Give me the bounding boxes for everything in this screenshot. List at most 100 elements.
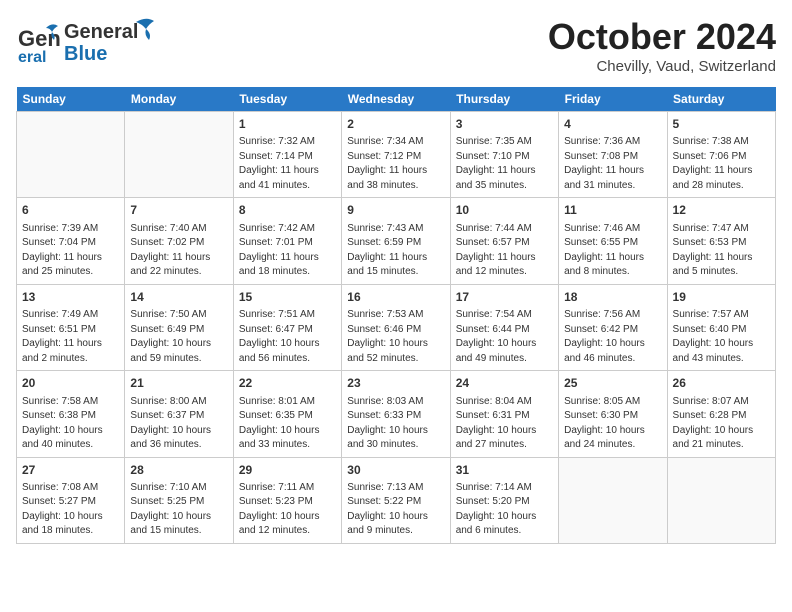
logo: Gen eral General Blue xyxy=(16,16,154,64)
day-info: Sunrise: 7:36 AMSunset: 7:08 PMDaylight:… xyxy=(564,135,661,193)
calendar-cell: 19 Sunrise: 7:57 AMSunset: 6:40 PMDayligh… xyxy=(667,284,775,370)
calendar-cell: 6Sunrise: 7:39 AMSunset: 7:04 PMDaylight… xyxy=(17,198,125,284)
month-title: October 2024 xyxy=(548,16,776,58)
day-header-saturday: Saturday xyxy=(667,87,775,112)
day-info: Sunrise: 7:40 AMSunset: 7:02 PMDaylight:… xyxy=(130,222,227,280)
title-block: October 2024 Chevilly, Vaud, Switzerland xyxy=(548,16,776,75)
day-info: Sunrise: 7:38 AMSunset: 7:06 PMDaylight:… xyxy=(673,135,770,193)
calendar-cell: 12 Sunrise: 7:47 AMSunset: 6:53 PMDayligh… xyxy=(667,198,775,284)
calendar-cell: 13 Sunrise: 7:49 AMSunset: 6:51 PMDayligh… xyxy=(17,284,125,370)
calendar-cell: 24 Sunrise: 8:04 AMSunset: 6:31 PMDayligh… xyxy=(450,371,558,457)
calendar-cell: 15Sunrise: 7:51 AMSunset: 6:47 PMDayligh… xyxy=(233,284,341,370)
day-number: 10 xyxy=(456,202,553,219)
day-info: Sunrise: 7:14 AMSunset: 5:20 PMDaylight:… xyxy=(456,481,553,539)
day-number: 3 xyxy=(456,116,553,133)
calendar-cell: 1 Sunrise: 7:32 AMSunset: 7:14 PMDaylight… xyxy=(233,112,341,198)
location: Chevilly, Vaud, Switzerland xyxy=(548,58,776,75)
day-number: 16 xyxy=(347,289,444,306)
calendar-cell: 10 Sunrise: 7:44 AMSunset: 6:57 PMDayligh… xyxy=(450,198,558,284)
day-number: 27 xyxy=(22,462,119,479)
day-number: 2 xyxy=(347,116,444,133)
calendar-cell: 27 Sunrise: 7:08 AMSunset: 5:27 PMDayligh… xyxy=(17,457,125,543)
svg-text:General: General xyxy=(64,21,138,43)
day-header-thursday: Thursday xyxy=(450,87,558,112)
logo-name: General Blue xyxy=(64,16,154,64)
day-info: Sunrise: 7:35 AMSunset: 7:10 PMDaylight:… xyxy=(456,135,553,193)
calendar-cell: 20 Sunrise: 7:58 AMSunset: 6:38 PMDayligh… xyxy=(17,371,125,457)
day-info: Sunrise: 7:57 AMSunset: 6:40 PMDaylight:… xyxy=(673,308,770,366)
day-info: Sunrise: 7:47 AMSunset: 6:53 PMDaylight:… xyxy=(673,222,770,280)
calendar-cell: 22Sunrise: 8:01 AMSunset: 6:35 PMDayligh… xyxy=(233,371,341,457)
day-number: 12 xyxy=(673,202,770,219)
calendar-cell: 14 Sunrise: 7:50 AMSunset: 6:49 PMDayligh… xyxy=(125,284,233,370)
calendar-cell: 2 Sunrise: 7:34 AMSunset: 7:12 PMDaylight… xyxy=(342,112,450,198)
day-info: Sunrise: 8:01 AMSunset: 6:35 PMDaylight:… xyxy=(239,395,336,453)
calendar-cell: 21 Sunrise: 8:00 AMSunset: 6:37 PMDayligh… xyxy=(125,371,233,457)
day-info: Sunrise: 8:00 AMSunset: 6:37 PMDaylight:… xyxy=(130,395,227,453)
calendar-cell: 4 Sunrise: 7:36 AMSunset: 7:08 PMDaylight… xyxy=(559,112,667,198)
calendar-cell: 5 Sunrise: 7:38 AMSunset: 7:06 PMDaylight… xyxy=(667,112,775,198)
day-number: 24 xyxy=(456,375,553,392)
day-info: Sunrise: 7:32 AMSunset: 7:14 PMDaylight:… xyxy=(239,135,336,193)
day-info: Sunrise: 7:49 AMSunset: 6:51 PMDaylight:… xyxy=(22,308,119,366)
calendar-header-row: SundayMondayTuesdayWednesdayThursdayFrid… xyxy=(17,87,776,112)
day-info: Sunrise: 7:46 AMSunset: 6:55 PMDaylight:… xyxy=(564,222,661,280)
day-number: 9 xyxy=(347,202,444,219)
calendar-cell: 16 Sunrise: 7:53 AMSunset: 6:46 PMDayligh… xyxy=(342,284,450,370)
calendar-cell xyxy=(17,112,125,198)
day-info: Sunrise: 7:34 AMSunset: 7:12 PMDaylight:… xyxy=(347,135,444,193)
day-info: Sunrise: 7:53 AMSunset: 6:46 PMDaylight:… xyxy=(347,308,444,366)
day-number: 21 xyxy=(130,375,227,392)
calendar-week-4: 20 Sunrise: 7:58 AMSunset: 6:38 PMDayligh… xyxy=(17,371,776,457)
calendar-week-5: 27 Sunrise: 7:08 AMSunset: 5:27 PMDayligh… xyxy=(17,457,776,543)
day-number: 30 xyxy=(347,462,444,479)
day-number: 28 xyxy=(130,462,227,479)
day-number: 11 xyxy=(564,202,661,219)
calendar-cell xyxy=(559,457,667,543)
day-header-sunday: Sunday xyxy=(17,87,125,112)
day-info: Sunrise: 7:42 AMSunset: 7:01 PMDaylight:… xyxy=(239,222,336,280)
svg-text:eral: eral xyxy=(18,49,46,62)
calendar-week-3: 13 Sunrise: 7:49 AMSunset: 6:51 PMDayligh… xyxy=(17,284,776,370)
svg-text:Blue: Blue xyxy=(64,43,107,64)
day-info: Sunrise: 7:08 AMSunset: 5:27 PMDaylight:… xyxy=(22,481,119,539)
day-info: Sunrise: 7:50 AMSunset: 6:49 PMDaylight:… xyxy=(130,308,227,366)
day-header-friday: Friday xyxy=(559,87,667,112)
calendar-cell: 28Sunrise: 7:10 AMSunset: 5:25 PMDayligh… xyxy=(125,457,233,543)
day-number: 4 xyxy=(564,116,661,133)
day-number: 20 xyxy=(22,375,119,392)
day-number: 15 xyxy=(239,289,336,306)
page-header: Gen eral General Blue October 2024 Chevi… xyxy=(16,16,776,75)
day-number: 26 xyxy=(673,375,770,392)
day-number: 31 xyxy=(456,462,553,479)
day-number: 1 xyxy=(239,116,336,133)
day-info: Sunrise: 7:44 AMSunset: 6:57 PMDaylight:… xyxy=(456,222,553,280)
day-number: 19 xyxy=(673,289,770,306)
calendar-cell: 26Sunrise: 8:07 AMSunset: 6:28 PMDayligh… xyxy=(667,371,775,457)
calendar-cell xyxy=(125,112,233,198)
day-info: Sunrise: 7:54 AMSunset: 6:44 PMDaylight:… xyxy=(456,308,553,366)
calendar-week-2: 6Sunrise: 7:39 AMSunset: 7:04 PMDaylight… xyxy=(17,198,776,284)
calendar-cell: 17Sunrise: 7:54 AMSunset: 6:44 PMDayligh… xyxy=(450,284,558,370)
day-info: Sunrise: 8:04 AMSunset: 6:31 PMDaylight:… xyxy=(456,395,553,453)
calendar-cell: 3 Sunrise: 7:35 AMSunset: 7:10 PMDaylight… xyxy=(450,112,558,198)
day-info: Sunrise: 7:43 AMSunset: 6:59 PMDaylight:… xyxy=(347,222,444,280)
day-header-tuesday: Tuesday xyxy=(233,87,341,112)
logo-icon: Gen eral xyxy=(16,18,60,62)
day-info: Sunrise: 7:39 AMSunset: 7:04 PMDaylight:… xyxy=(22,222,119,280)
day-number: 5 xyxy=(673,116,770,133)
day-number: 18 xyxy=(564,289,661,306)
day-number: 8 xyxy=(239,202,336,219)
calendar-cell: 29Sunrise: 7:11 AMSunset: 5:23 PMDayligh… xyxy=(233,457,341,543)
calendar-cell: 7Sunrise: 7:40 AMSunset: 7:02 PMDaylight… xyxy=(125,198,233,284)
calendar-cell: 11 Sunrise: 7:46 AMSunset: 6:55 PMDayligh… xyxy=(559,198,667,284)
day-info: Sunrise: 7:58 AMSunset: 6:38 PMDaylight:… xyxy=(22,395,119,453)
calendar-cell: 25Sunrise: 8:05 AMSunset: 6:30 PMDayligh… xyxy=(559,371,667,457)
calendar-cell: 31 Sunrise: 7:14 AMSunset: 5:20 PMDayligh… xyxy=(450,457,558,543)
day-number: 13 xyxy=(22,289,119,306)
day-number: 14 xyxy=(130,289,227,306)
calendar-table: SundayMondayTuesdayWednesdayThursdayFrid… xyxy=(16,87,776,544)
day-info: Sunrise: 7:11 AMSunset: 5:23 PMDaylight:… xyxy=(239,481,336,539)
day-header-wednesday: Wednesday xyxy=(342,87,450,112)
calendar-cell: 9 Sunrise: 7:43 AMSunset: 6:59 PMDaylight… xyxy=(342,198,450,284)
